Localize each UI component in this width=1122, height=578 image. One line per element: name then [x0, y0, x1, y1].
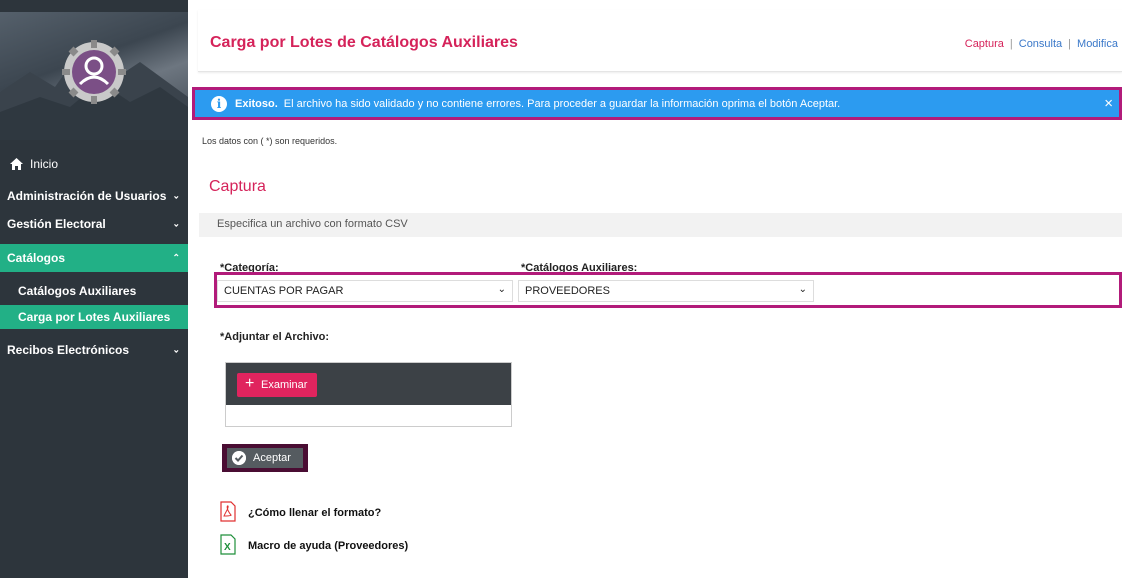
link-consulta[interactable]: Consulta — [1019, 38, 1062, 50]
sidebar-item-label: Carga por Lotes Auxiliares — [18, 310, 171, 324]
svg-text:X: X — [224, 542, 231, 553]
chevron-up-icon: ⌃ — [172, 252, 180, 263]
file-upload-panel: + Examinar — [225, 362, 512, 427]
sidebar-item-gestion-electoral[interactable]: Gestión Electoral ⌄ — [0, 212, 188, 236]
chevron-down-icon: ⌄ — [172, 218, 180, 229]
separator: | — [1068, 38, 1072, 50]
section-title: Captura — [209, 178, 266, 195]
plus-icon: + — [245, 375, 255, 392]
selects-highlight: CUENTAS POR PAGAR ⌄ PROVEEDORES ⌄ — [214, 272, 1122, 308]
link-modifica[interactable]: Modifica — [1077, 38, 1118, 50]
separator: | — [1009, 38, 1013, 50]
doc-label: Macro de ayuda (Proveedores) — [248, 540, 409, 552]
chevron-down-icon: ⌄ — [798, 284, 807, 295]
sidebar-item-administracion[interactable]: Administración de Usuarios ⌄ — [0, 184, 188, 208]
sidebar-item-recibos-electronicos[interactable]: Recibos Electrónicos ⌄ — [0, 338, 188, 362]
section-subheader: Especifica un archivo con formato CSV — [199, 213, 1122, 237]
sidebar-item-label: Catálogos Auxiliares — [18, 284, 137, 298]
pdf-icon — [220, 501, 236, 522]
sidebar-subitem-carga-por-lotes[interactable]: Carga por Lotes Auxiliares — [0, 305, 188, 329]
sidebar-item-label: Inicio — [30, 157, 59, 171]
examinar-label: Examinar — [261, 379, 308, 391]
examinar-button[interactable]: + Examinar — [237, 373, 317, 397]
sidebar-item-label: Administración de Usuarios — [7, 189, 167, 203]
alert-text: Exitoso. El archivo ha sido validado y no… — [235, 98, 840, 110]
sidebar-item-catalogos[interactable]: Catálogos ⌃ — [0, 244, 188, 272]
doc-label: ¿Cómo llenar el formato? — [248, 507, 382, 519]
home-icon — [10, 158, 23, 170]
sidebar-subitem-catalogos-auxiliares[interactable]: Catálogos Auxiliares — [0, 279, 188, 303]
adjuntar-archivo-label: *Adjuntar el Archivo: — [220, 331, 329, 343]
chevron-down-icon: ⌄ — [172, 190, 180, 201]
sidebar: Inicio Administración de Usuarios ⌄ Gest… — [0, 0, 188, 578]
sidebar-item-label: Recibos Electrónicos — [7, 343, 130, 357]
sidebar-item-label: Catálogos — [7, 251, 66, 265]
info-icon: i — [211, 96, 227, 112]
sidebar-item-inicio[interactable]: Inicio — [0, 152, 188, 176]
user-gear-logo — [62, 40, 126, 104]
excel-icon: X — [220, 534, 236, 555]
link-captura[interactable]: Captura — [965, 38, 1004, 50]
sidebar-item-label: Gestión Electoral — [7, 217, 106, 231]
alert-strong: Exitoso. — [235, 98, 278, 110]
categoria-select[interactable]: CUENTAS POR PAGAR ⌄ — [217, 280, 513, 302]
success-alert: i Exitoso. El archivo ha sido validado y … — [192, 87, 1122, 120]
page-title: Carga por Lotes de Catálogos Auxiliares — [210, 34, 518, 51]
alert-message: El archivo ha sido validado y no contien… — [283, 98, 841, 110]
top-nav-links: Captura | Consulta | Modifica — [965, 38, 1118, 50]
chevron-down-icon: ⌄ — [172, 344, 180, 355]
catalogos-value: PROVEEDORES — [525, 285, 610, 297]
sidebar-banner — [0, 12, 188, 140]
required-note: Los datos con ( *) son requeridos. — [202, 136, 338, 146]
chevron-down-icon: ⌄ — [497, 284, 506, 295]
categoria-value: CUENTAS POR PAGAR — [224, 285, 344, 297]
subheader-text: Especifica un archivo con formato CSV — [217, 218, 408, 230]
check-circle-icon — [232, 451, 246, 465]
aceptar-highlight: Aceptar — [222, 444, 308, 472]
aceptar-label: Aceptar — [253, 452, 291, 464]
aceptar-button[interactable]: Aceptar — [227, 448, 303, 468]
close-icon[interactable]: × — [1104, 95, 1113, 112]
page-header: Carga por Lotes de Catálogos Auxiliares … — [198, 10, 1122, 72]
file-upload-toolbar: + Examinar — [226, 363, 511, 405]
catalogos-auxiliares-select[interactable]: PROVEEDORES ⌄ — [518, 280, 814, 302]
